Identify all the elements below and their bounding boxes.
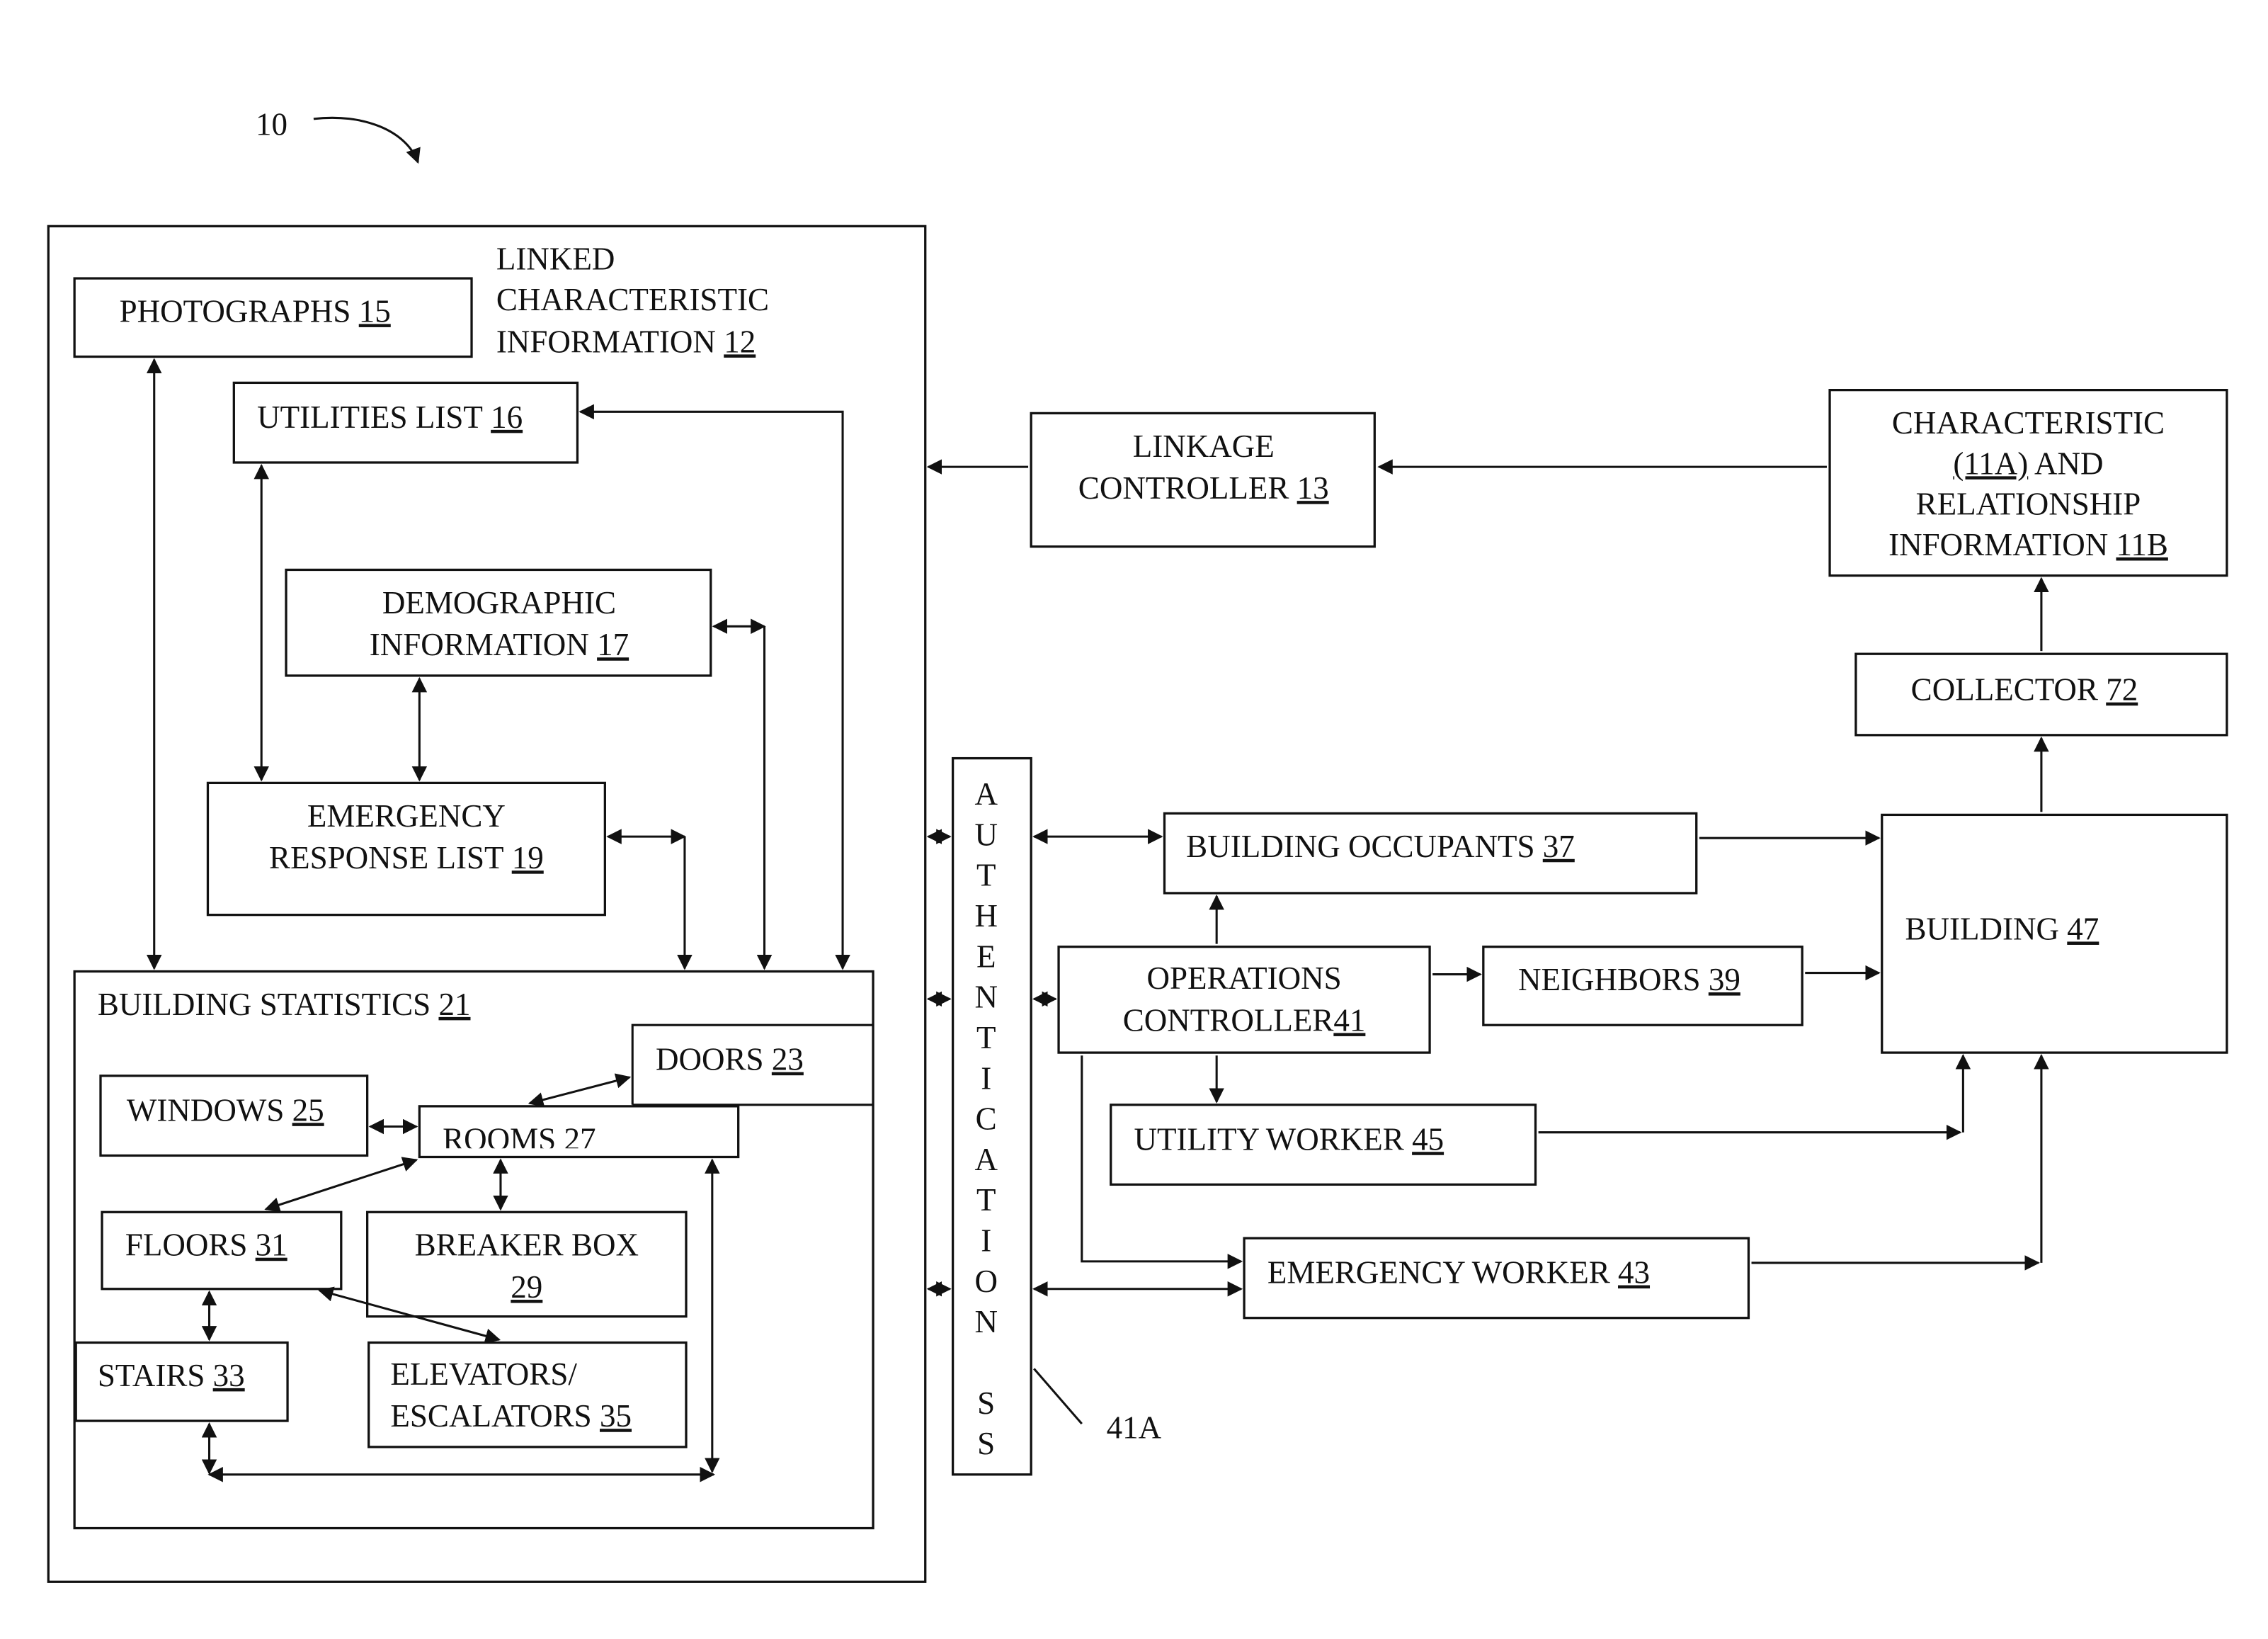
characteristic-line-3: RELATIONSHIP — [1916, 487, 2141, 522]
authentication-letter: C — [976, 1101, 997, 1137]
demographic-line-1: DEMOGRAPHIC — [382, 585, 616, 620]
photographs-label: PHOTOGRAPHS 15 — [120, 293, 391, 329]
neighbors-label: NEIGHBORS 39 — [1518, 962, 1740, 997]
utility-worker-label: UTILITY WORKER 45 — [1134, 1121, 1444, 1157]
authentication-ref: 41A — [1107, 1410, 1162, 1446]
linked-info-ref: 12 — [724, 324, 756, 359]
operations-controller-line-2: CONTROLLER41 — [1123, 1002, 1366, 1038]
characteristic-line-1: CHARACTERISTIC — [1892, 405, 2165, 441]
linkage-controller-line-1: LINKAGE — [1133, 429, 1275, 464]
patent-diagram: 10 LINKED CHARACTERISTIC INFORMATION 12 … — [0, 0, 2268, 1635]
authentication-ref-leader — [1033, 1368, 1083, 1425]
building-occupants-label: BUILDING OCCUPANTS 37 — [1186, 829, 1575, 864]
linked-info-line-1: LINKED — [496, 242, 615, 277]
figure-ref-label: 10 — [256, 106, 287, 142]
diagram-svg: 10 LINKED CHARACTERISTIC INFORMATION 12 … — [47, 106, 2228, 1583]
linked-info-line-3: INFORMATION 12 — [496, 324, 756, 359]
stairs-label: STAIRS 33 — [98, 1358, 245, 1393]
collector-label: COLLECTOR 72 — [1911, 672, 2138, 708]
authentication-letter: N — [974, 980, 998, 1015]
authentication-letter: I — [981, 1223, 991, 1259]
figure-ref-arrow — [313, 116, 421, 164]
authentication-letter: O — [974, 1264, 998, 1299]
linked-info-line-2: CHARACTERISTIC — [496, 282, 769, 317]
authentication-letter: S — [977, 1426, 995, 1461]
doors-label: DOORS 23 — [656, 1042, 804, 1077]
building-statistics-label: BUILDING STATISTICS 21 — [98, 987, 471, 1022]
emergency-worker-label: EMERGENCY WORKER 43 — [1267, 1255, 1650, 1291]
authentication-letter: A — [974, 776, 998, 812]
operations-controller-line-1: OPERATIONS — [1147, 960, 1342, 996]
authentication-letter: I — [981, 1060, 991, 1096]
characteristic-line-2: (11A) AND — [1953, 446, 2103, 481]
authentication-letter: N — [974, 1304, 998, 1339]
emergency-list-line-2: RESPONSE LIST 19 — [269, 840, 544, 875]
authentication-letter: E — [976, 938, 996, 974]
authentication-letter: U — [974, 817, 998, 852]
authentication-letter: T — [976, 1020, 996, 1055]
authentication-letter: S — [977, 1385, 995, 1421]
linkage-controller-line-2: CONTROLLER 13 — [1078, 470, 1329, 506]
authentication-letter: T — [976, 858, 996, 893]
authentication-letter: T — [976, 1182, 996, 1218]
elevators-line-1: ELEVATORS/ — [390, 1356, 577, 1392]
utilities-list-label: UTILITIES LIST 16 — [257, 399, 523, 435]
emergency-list-line-1: EMERGENCY — [307, 798, 506, 834]
authentication-letter: H — [974, 898, 998, 934]
elevators-line-2: ESCALATORS 35 — [390, 1398, 632, 1434]
breaker-box-line-1: BREAKER BOX — [415, 1227, 639, 1263]
authentication-letter: A — [974, 1142, 998, 1177]
floors-label: FLOORS 31 — [125, 1227, 287, 1263]
demographic-line-2: INFORMATION 17 — [370, 627, 629, 662]
breaker-box-ref: 29 — [511, 1269, 542, 1305]
building-label: BUILDING 47 — [1905, 911, 2099, 946]
windows-label: WINDOWS 25 — [127, 1092, 324, 1128]
characteristic-line-4: INFORMATION 11B — [1888, 527, 2168, 562]
